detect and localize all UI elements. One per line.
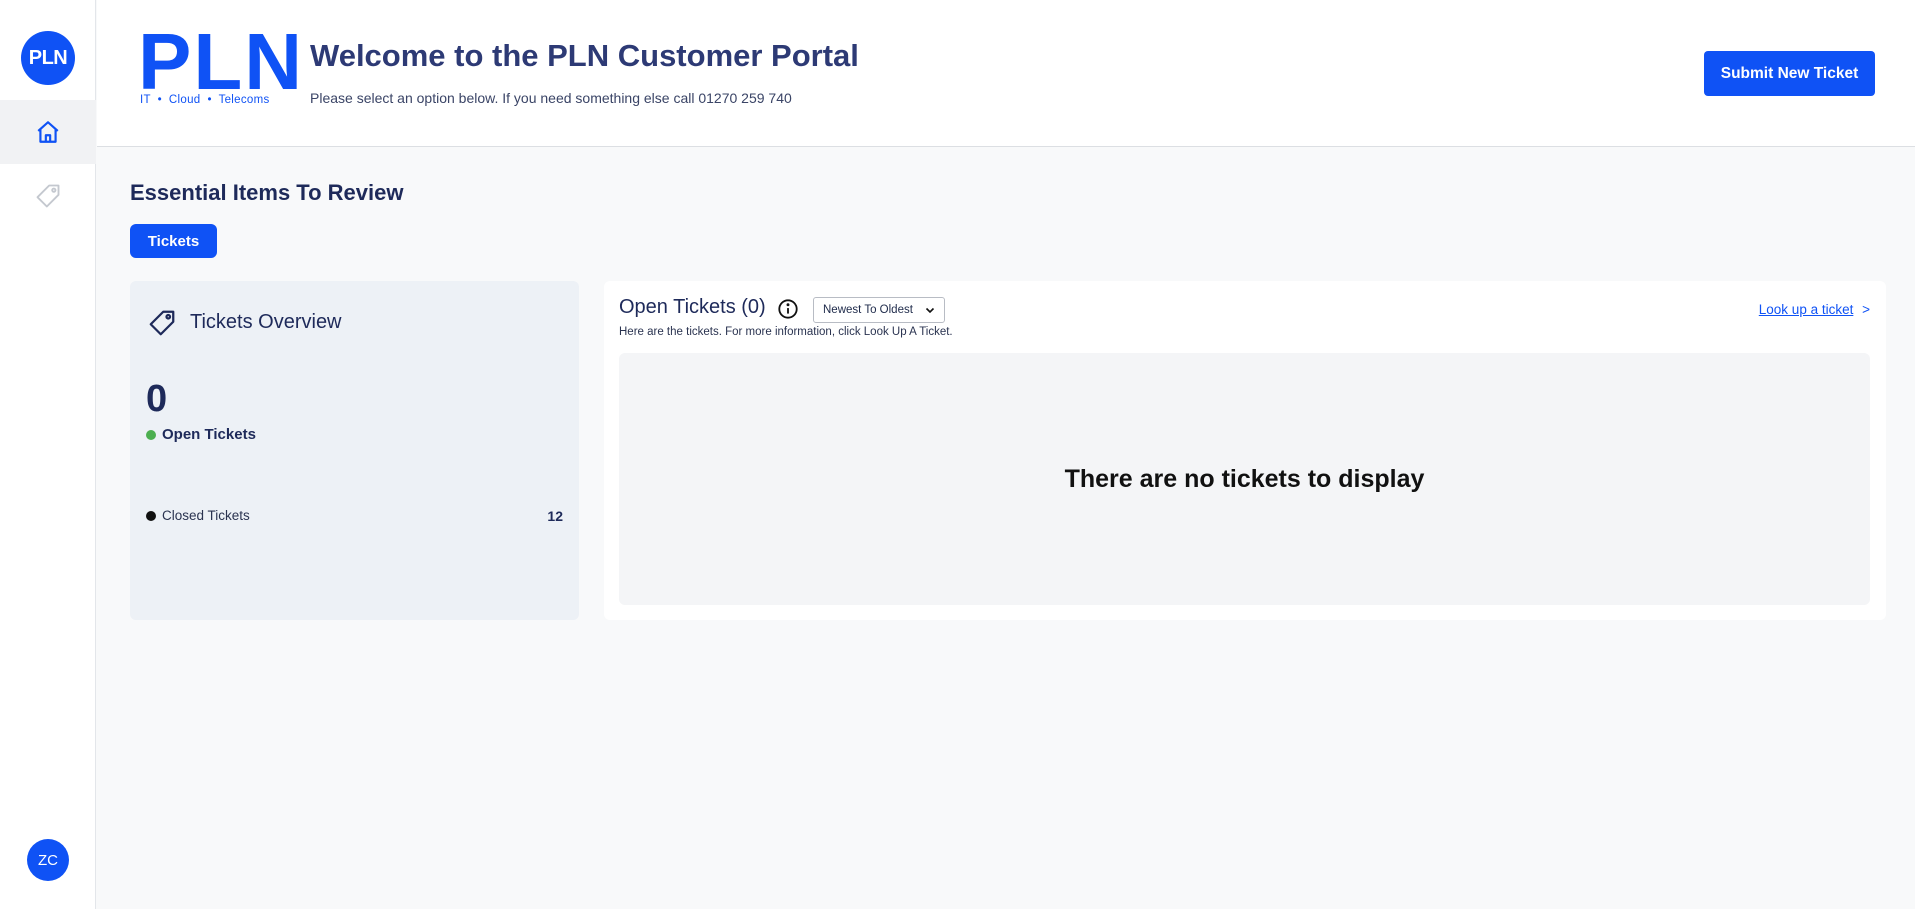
info-icon[interactable]	[777, 298, 799, 320]
header: PLN IT • Cloud • Telecoms Welcome to the…	[97, 0, 1915, 147]
sidebar-item-tickets[interactable]	[0, 164, 96, 228]
tag-icon	[36, 184, 60, 208]
closed-tickets-label: Closed Tickets	[146, 508, 250, 523]
page-subtitle: Please select an option below. If you ne…	[310, 90, 792, 106]
empty-state-message: There are no tickets to display	[1064, 464, 1425, 493]
open-tickets-count: 0	[146, 378, 168, 420]
chevron-right-icon: >	[1862, 302, 1870, 317]
sidebar: PLN ZC	[0, 0, 96, 909]
brand-tagline: IT • Cloud • Telecoms	[140, 94, 270, 106]
open-tickets-text: Open Tickets	[162, 426, 256, 443]
page-title: Welcome to the PLN Customer Portal	[310, 38, 859, 73]
submit-new-ticket-button[interactable]: Submit New Ticket	[1704, 51, 1875, 96]
sidebar-item-home[interactable]	[0, 100, 96, 164]
status-dot-open	[146, 429, 156, 440]
closed-tickets-count: 12	[547, 508, 563, 524]
empty-state: There are no tickets to display	[619, 353, 1870, 605]
closed-tickets-text: Closed Tickets	[162, 508, 250, 523]
section-title: Essential Items To Review	[130, 180, 404, 205]
sort-select-value: Newest To Oldest	[823, 304, 913, 316]
open-tickets-panel: Open Tickets (0) Newest To Oldest Here a…	[604, 281, 1886, 620]
tickets-overview-card: Tickets Overview 0 Open Tickets Closed T…	[130, 281, 579, 620]
brand-logo: PLN IT • Cloud • Telecoms	[138, 17, 302, 112]
open-tickets-title: Open Tickets (0)	[619, 296, 766, 318]
open-tickets-label: Open Tickets	[146, 426, 256, 443]
open-tickets-description: Here are the tickets. For more informati…	[619, 326, 953, 338]
sidebar-logo[interactable]: PLN	[21, 31, 75, 85]
avatar[interactable]: ZC	[27, 839, 69, 881]
home-icon	[37, 121, 59, 143]
lookup-ticket-text[interactable]: Look up a ticket	[1759, 302, 1854, 317]
lookup-ticket-link[interactable]: Look up a ticket >	[1759, 302, 1870, 317]
chevron-down-icon	[925, 307, 935, 314]
status-dot-closed	[146, 510, 156, 521]
tickets-overview-title: Tickets Overview	[190, 311, 342, 333]
tab-tickets[interactable]: Tickets	[130, 224, 217, 258]
sort-select[interactable]: Newest To Oldest	[813, 297, 945, 323]
tag-icon	[149, 310, 175, 336]
